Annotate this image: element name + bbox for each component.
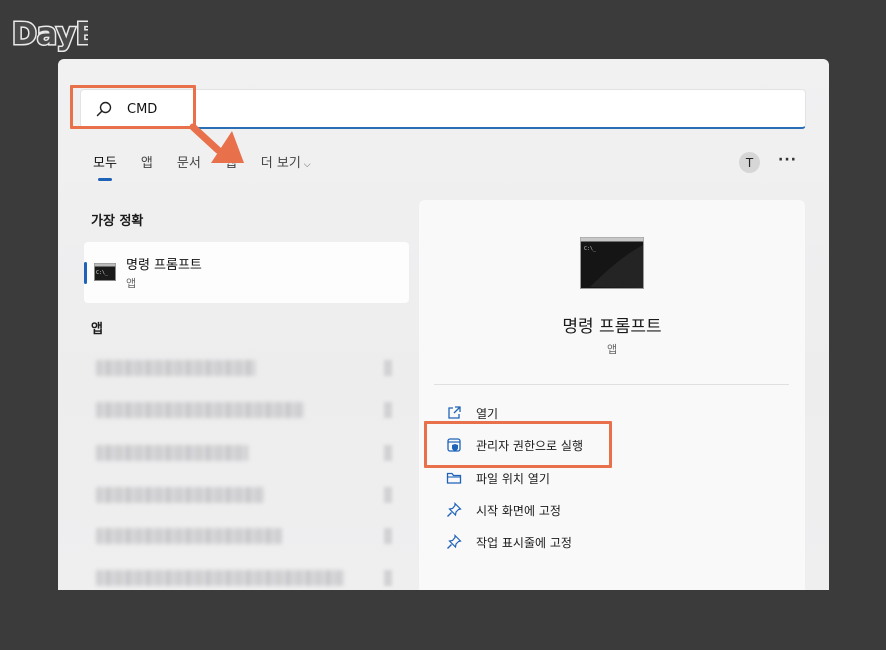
blurred-app-detail — [384, 570, 392, 586]
more-options-button[interactable]: ··· — [778, 152, 797, 168]
svg-text:C:\_: C:\_ — [584, 246, 597, 252]
blurred-app-name — [96, 445, 248, 461]
tab-web[interactable]: 웹 — [225, 152, 237, 171]
blurred-app-detail — [384, 528, 392, 544]
detail-pane: C:\_ 명령 프롬프트 앱 열기 관리자 권한으로 실행 파일 위치 열기 시… — [419, 200, 805, 590]
command-prompt-icon: C:\_ — [94, 263, 116, 281]
blurred-app-detail — [384, 360, 392, 376]
user-avatar[interactable]: T — [739, 152, 760, 173]
search-highlight-box — [70, 85, 196, 129]
blurred-app-name — [96, 528, 282, 544]
run-as-admin-highlight-box — [424, 421, 612, 468]
pin-to-taskbar-label: 작업 표시줄에 고정 — [476, 535, 572, 550]
pin-icon — [447, 502, 462, 517]
tab-apps[interactable]: 앱 — [141, 152, 153, 171]
command-prompt-large-icon: C:\_ — [580, 237, 644, 289]
detail-title: 명령 프롬프트 — [562, 317, 662, 337]
detail-subtitle: 앱 — [606, 343, 618, 356]
best-match-title: 명령 프롬프트 — [126, 258, 202, 273]
blurred-app-name — [96, 487, 264, 503]
svg-text:DayB: DayB — [12, 17, 88, 52]
open-file-location-action[interactable]: 파일 위치 열기 — [446, 468, 550, 488]
tab-more[interactable]: 더 보기 ⌵ — [261, 152, 311, 171]
open-action-label: 열기 — [476, 406, 499, 421]
blurred-app-detail — [384, 487, 392, 503]
blurred-app-name — [96, 402, 304, 418]
dayb-logo: DayB — [11, 16, 89, 54]
svg-text:C:\_: C:\_ — [96, 270, 109, 276]
tab-more-label: 더 보기 — [260, 156, 301, 171]
open-action[interactable]: 열기 — [446, 403, 498, 423]
blurred-app-detail — [384, 402, 392, 418]
open-file-location-label: 파일 위치 열기 — [476, 471, 550, 486]
blurred-app-name — [96, 570, 344, 586]
pin-icon — [447, 534, 462, 549]
pin-to-taskbar-action[interactable]: 작업 표시줄에 고정 — [446, 532, 572, 552]
divider — [434, 384, 789, 385]
open-external-icon — [448, 406, 461, 419]
start-search-panel: 모두 앱 문서 웹 더 보기⌵ T ··· 가장 정확 C:\_ 명령 프롬프트… — [58, 59, 829, 590]
folder-icon — [446, 472, 462, 484]
pin-to-start-action[interactable]: 시작 화면에 고정 — [446, 500, 561, 520]
best-match-subtitle: 앱 — [126, 277, 137, 290]
selection-indicator — [84, 262, 87, 284]
apps-heading: 앱 — [91, 322, 103, 337]
blurred-app-detail — [384, 445, 392, 461]
best-match-heading: 가장 정확 — [91, 214, 144, 229]
filter-tabs: 모두 앱 문서 웹 더 보기 ⌵ — [93, 152, 335, 171]
search-input[interactable] — [127, 98, 767, 120]
chevron-down-icon: ⌵ — [303, 160, 311, 170]
best-match-item[interactable]: C:\_ 명령 프롬프트 앱 — [84, 242, 409, 303]
blurred-app-name — [96, 360, 256, 376]
tab-all[interactable]: 모두 — [93, 152, 117, 171]
pin-to-start-label: 시작 화면에 고정 — [476, 503, 561, 518]
tab-documents[interactable]: 문서 — [177, 152, 201, 171]
